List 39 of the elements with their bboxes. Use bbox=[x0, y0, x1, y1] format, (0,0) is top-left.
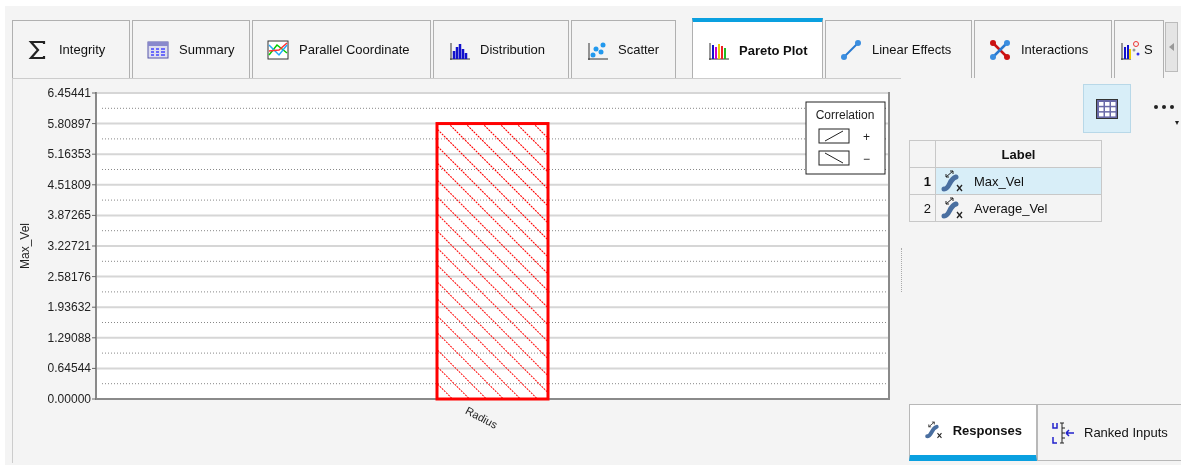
table-row[interactable]: Average_Vel bbox=[935, 194, 1102, 222]
tab[interactable]: Summary bbox=[132, 20, 250, 78]
column-header: Label bbox=[935, 140, 1102, 168]
tab[interactable]: Linear Effects bbox=[825, 20, 972, 78]
tab[interactable]: Integrity bbox=[12, 20, 130, 78]
ruler-icon bbox=[1052, 421, 1076, 444]
row-number: 2 bbox=[909, 194, 936, 222]
cross-icon bbox=[989, 38, 1011, 61]
tab[interactable]: Responses bbox=[909, 404, 1037, 461]
tab[interactable]: Interactions bbox=[974, 20, 1112, 78]
tab[interactable]: Pareto Plot bbox=[692, 18, 823, 78]
grid-view-button[interactable] bbox=[1083, 84, 1131, 133]
table-icon bbox=[147, 38, 169, 61]
tab[interactable]: Parallel Coordinate bbox=[252, 20, 431, 78]
tick-label: 3.22721 bbox=[47, 239, 91, 253]
line-icon bbox=[840, 38, 862, 61]
tick-label: 1.93632 bbox=[47, 300, 91, 315]
tab[interactable]: Distribution bbox=[433, 20, 569, 78]
tick-label: 5.80897 bbox=[47, 116, 91, 131]
grid-icon bbox=[1096, 98, 1118, 119]
tab[interactable]: Ranked Inputs bbox=[1037, 404, 1181, 461]
tick-label: 6.45441 bbox=[47, 86, 91, 100]
legend: Correlation + − bbox=[805, 101, 886, 175]
tick-label: 5.16353 bbox=[47, 147, 91, 162]
row-number: 1 bbox=[909, 167, 936, 195]
tick-label: 3.87265 bbox=[47, 208, 91, 223]
tick-label: 0.00000 bbox=[47, 392, 91, 406]
left-arrow-icon bbox=[1168, 43, 1175, 51]
tick-label: 2.58176 bbox=[47, 269, 91, 284]
chart-icon bbox=[1119, 38, 1141, 61]
table-row[interactable]: Max_Vel bbox=[935, 167, 1102, 195]
tab[interactable]: S bbox=[1114, 20, 1164, 78]
tick-label: 4.51809 bbox=[47, 177, 91, 192]
axis-title: Max_Vel bbox=[18, 223, 32, 269]
tick-label: 0.64544 bbox=[47, 361, 91, 376]
row-header bbox=[909, 140, 936, 168]
tab[interactable]: Scatter bbox=[571, 20, 676, 78]
line-chart-icon bbox=[267, 38, 289, 61]
tick-label: 1.29088 bbox=[47, 330, 91, 345]
